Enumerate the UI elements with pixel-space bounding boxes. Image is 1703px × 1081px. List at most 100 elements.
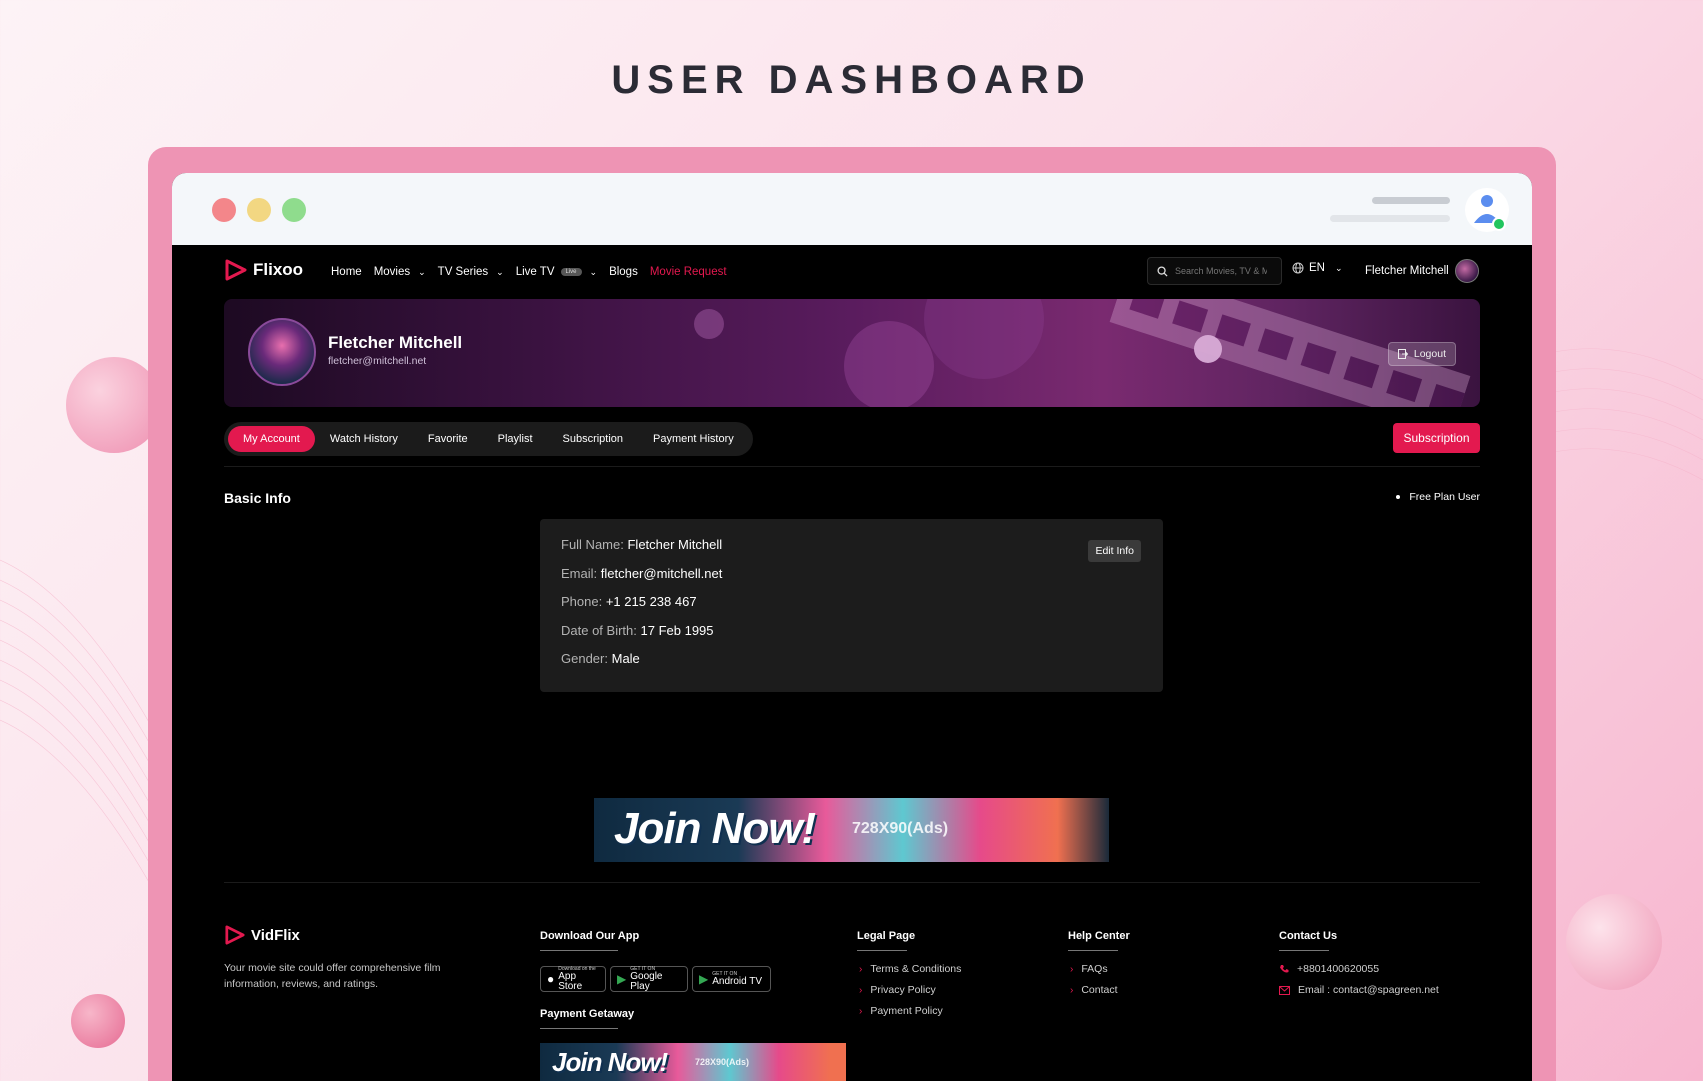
info-label: Date of Birth:: [561, 622, 637, 638]
info-label: Phone:: [561, 594, 603, 610]
tab-favorite[interactable]: Favorite: [413, 426, 483, 452]
avatar: [1454, 259, 1479, 283]
footer-brand[interactable]: VidFlix: [224, 925, 300, 945]
maximize-dot[interactable]: [282, 198, 306, 222]
android-tv-icon: ▶: [699, 972, 709, 986]
phone-number: +8801400620055: [1297, 963, 1380, 975]
user-icon: [1465, 188, 1509, 232]
payment-title: Payment Getaway: [540, 1008, 635, 1020]
store-badge[interactable]: ▶ GET IT ON Google Play: [610, 966, 688, 992]
footer-brand-name: VidFlix: [251, 926, 300, 944]
chevron-right-icon: ›: [859, 963, 863, 975]
footer-link[interactable]: › Terms & Conditions: [859, 963, 961, 975]
language-selector[interactable]: EN ⌄: [1292, 262, 1343, 274]
profile-name: Fletcher Mitchell: [328, 333, 463, 352]
info-row: Email: fletcher@mitchell.net: [561, 566, 1163, 595]
logout-button[interactable]: Logout: [1387, 342, 1456, 366]
close-dot[interactable]: [212, 198, 236, 222]
legal-title: Legal Page: [857, 930, 916, 942]
logout-icon: [1397, 349, 1408, 359]
store-badge[interactable]: ▶ GET IT ON Android TV: [692, 966, 771, 992]
store-badge-name: Google Play: [630, 971, 663, 992]
phone-icon: [1280, 965, 1289, 973]
brand-logo[interactable]: Flixoo: [224, 259, 303, 281]
contact-email[interactable]: Email : contact@spagreen.net: [1279, 984, 1439, 996]
chevron-right-icon: ›: [859, 1005, 863, 1017]
info-value: Fletcher Mitchell: [627, 537, 723, 552]
apple-icon: ●: [547, 972, 555, 986]
subscription-button[interactable]: Subscription: [1393, 423, 1480, 453]
account-tabs: My Account Watch History Favorite Playlist S…: [224, 422, 753, 456]
decor-ball: [1566, 894, 1662, 990]
nav-item-label: Live TV: [515, 266, 555, 278]
help-title: Help Center: [1068, 930, 1130, 942]
info-row: Gender: Male: [561, 651, 1163, 680]
info-value: fletcher@mitchell.net: [600, 565, 723, 581]
nav-item-movies[interactable]: Movies ⌄: [374, 266, 426, 278]
nav-item-movie-request[interactable]: Movie Request: [650, 266, 727, 278]
mail-icon: [1279, 985, 1290, 995]
top-nav: Flixoo Home Movies ⌄ TV Series ⌄ Live TV Live ⌄…: [172, 245, 1532, 299]
google-play-icon: ▶: [617, 972, 627, 986]
profile-banner: Fletcher Mitchell fletcher@mitchell.net …: [224, 299, 1480, 407]
ad-size-label: 728X90(Ads): [695, 1057, 750, 1067]
info-row: Phone: +1 215 238 467: [561, 594, 1163, 623]
user-name: Fletcher Mitchell: [1365, 265, 1449, 277]
bokeh-light: [844, 321, 934, 407]
nav-item-home[interactable]: Home: [331, 266, 362, 278]
title-underline: [540, 1028, 618, 1029]
user-menu[interactable]: Fletcher Mitchell: [1365, 259, 1479, 283]
bokeh-light: [924, 299, 1044, 379]
edit-info-button[interactable]: Edit Info: [1088, 540, 1141, 562]
title-underline: [540, 950, 618, 951]
footer-link-label: Contact: [1081, 984, 1118, 996]
tab-payment-history[interactable]: Payment History: [638, 426, 749, 452]
store-badge[interactable]: ● Download on the App Store: [540, 966, 606, 992]
email-address: Email : contact@spagreen.net: [1298, 984, 1439, 996]
info-value: 17 Feb 1995: [640, 622, 714, 638]
store-badge-name: App Store: [558, 971, 583, 992]
footer-description: Your movie site could offer comprehensiv…: [224, 962, 441, 990]
info-value: +1 215 238 467: [605, 594, 697, 610]
chevron-right-icon: ›: [1070, 984, 1074, 996]
footer-link[interactable]: › Contact: [1070, 984, 1118, 996]
footer-link-label: Privacy Policy: [870, 984, 936, 996]
divider: [224, 466, 1480, 467]
title-underline: [1068, 950, 1118, 951]
tab-subscription[interactable]: Subscription: [548, 426, 639, 452]
footer-link[interactable]: › FAQs: [1070, 963, 1108, 975]
payment-ad-banner[interactable]: Join Now! 728X90(Ads): [540, 1043, 846, 1081]
minimize-dot[interactable]: [247, 198, 271, 222]
search-box[interactable]: [1147, 257, 1282, 285]
info-row: Date of Birth: 17 Feb 1995: [561, 623, 1163, 652]
info-value: Male: [611, 651, 640, 667]
chevron-right-icon: ›: [1070, 963, 1074, 975]
nav-item-live-tv[interactable]: Live TV Live ⌄: [516, 266, 597, 278]
info-label: Email:: [561, 565, 598, 581]
nav-item-blogs[interactable]: Blogs: [609, 266, 638, 278]
ad-headline: Join Now!: [552, 1047, 668, 1077]
globe-icon: [1292, 262, 1304, 274]
footer-link[interactable]: › Payment Policy: [859, 1005, 943, 1017]
chevron-right-icon: ›: [859, 984, 863, 996]
ad-banner[interactable]: Join Now! 728X90(Ads): [594, 798, 1109, 862]
footer-link[interactable]: › Privacy Policy: [859, 984, 936, 996]
main-menu: Home Movies ⌄ TV Series ⌄ Live TV Live ⌄ Blogs Mo…: [331, 245, 727, 299]
tab-watch-history[interactable]: Watch History: [315, 426, 413, 452]
bokeh-light: [694, 309, 724, 339]
tab-playlist[interactable]: Playlist: [483, 426, 548, 452]
search-icon: [1157, 265, 1168, 277]
profile-avatar[interactable]: [248, 318, 316, 386]
page-title: USER DASHBOARD: [611, 58, 1092, 102]
store-badge-name: Android TV: [712, 976, 763, 987]
search-input[interactable]: [1175, 266, 1267, 276]
browser-window: Flixoo Home Movies ⌄ TV Series ⌄ Live TV Live ⌄…: [172, 173, 1532, 1081]
nav-item-tv-series[interactable]: TV Series ⌄: [438, 266, 504, 278]
tab-my-account[interactable]: My Account: [228, 426, 315, 452]
profile-email: fletcher@mitchell.net: [328, 355, 427, 367]
bullet-icon: [1396, 495, 1401, 499]
logout-label: Logout: [1413, 348, 1446, 360]
contact-phone[interactable]: +8801400620055: [1279, 963, 1379, 975]
chevron-down-icon: ⌄: [418, 266, 426, 277]
nav-item-label: Home: [331, 266, 362, 278]
